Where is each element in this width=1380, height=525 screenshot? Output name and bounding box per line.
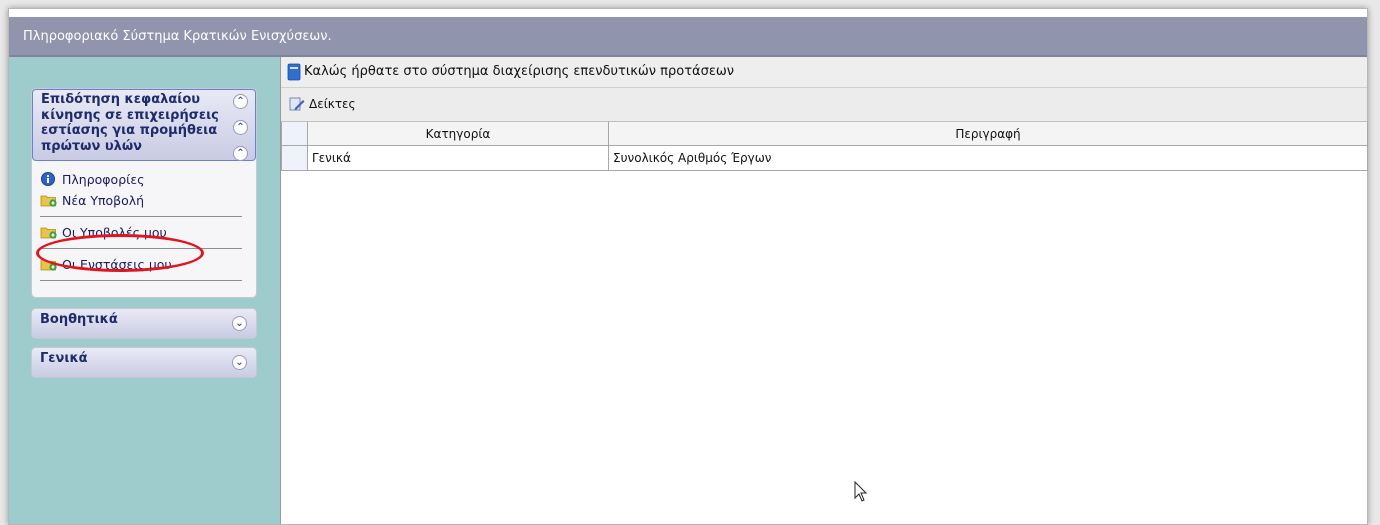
menu-item-label: Πληροφορίες [62, 172, 145, 187]
main-content: Καλώς ήρθατε στο σύστημα διαχείρισης επε… [280, 57, 1368, 524]
collapse-icon[interactable]: ⌃ [233, 146, 248, 161]
welcome-bar: Καλώς ήρθατε στο σύστημα διαχείρισης επε… [281, 57, 1367, 88]
expand-icon[interactable]: ⌄ [232, 316, 247, 331]
row-selector-header [281, 122, 308, 146]
indicators-label[interactable]: Δείκτες [309, 88, 356, 121]
sidebar-panel-general: Γενικά ⌄ [31, 347, 257, 378]
table-row[interactable]: Γενικά Συνολικός Αριθμός Έργων [281, 145, 1368, 171]
cell-description: Συνολικός Αριθμός Έργων [608, 145, 1368, 171]
folder-add-icon [40, 195, 57, 207]
menu-item-new-submission[interactable]: Νέα Υποβολή [40, 190, 242, 217]
menu-item-my-objections[interactable]: Οι Ενστάσεις μου [40, 249, 242, 281]
info-icon [41, 172, 55, 186]
edit-list-icon [289, 97, 305, 111]
panel-title-line-2: κίνησης σε επιχειρήσεις [41, 107, 219, 123]
program-menu: Πληροφορίες Νέα Υποβολή Οι Υποβολές μου … [32, 169, 256, 281]
expand-icon[interactable]: ⌄ [232, 355, 247, 370]
menu-item-label: Οι Ενστάσεις μου [62, 257, 172, 272]
row-selector[interactable] [281, 145, 308, 171]
panel-title-line-3: εστίασης για προμήθεια [41, 123, 218, 138]
sidebar-panel-auxiliary: Βοηθητικά ⌄ [31, 308, 257, 339]
panel-header-general[interactable]: Γενικά ⌄ [32, 348, 256, 377]
panel-header-program[interactable]: Επιδότηση κεφαλαίου κίνησης σε επιχειρήσ… [32, 89, 256, 161]
table-header-row: Κατηγορία Περιγραφή [281, 122, 1368, 146]
panel-title-line-4: πρώτων υλών [41, 138, 143, 154]
column-header-category[interactable]: Κατηγορία [307, 122, 609, 146]
app-title-bar: Πληροφοριακό Σύστημα Κρατικών Ενισχύσεων… [9, 17, 1367, 57]
app-window: Πληροφοριακό Σύστημα Κρατικών Ενισχύσεων… [8, 8, 1368, 525]
column-header-description[interactable]: Περιγραφή [608, 122, 1368, 146]
welcome-text: Καλώς ήρθατε στο σύστημα διαχείρισης επε… [304, 64, 735, 79]
mouse-pointer-icon [854, 481, 868, 502]
app-title: Πληροφοριακό Σύστημα Κρατικών Ενισχύσεων… [23, 29, 332, 44]
menu-item-my-submissions[interactable]: Οι Υποβολές μου [40, 217, 242, 249]
menu-item-label: Νέα Υποβολή [62, 193, 145, 208]
book-icon [287, 63, 301, 81]
panel-title: Γενικά [40, 351, 88, 366]
folder-add-icon [40, 259, 57, 271]
sidebar: Επιδότηση κεφαλαίου κίνησης σε επιχειρήσ… [9, 57, 280, 524]
menu-item-info[interactable]: Πληροφορίες [40, 169, 242, 190]
panel-title: Βοηθητικά [40, 312, 118, 327]
indicators-table: Κατηγορία Περιγραφή Γενικά Συνολικός Αρι… [281, 122, 1368, 171]
menu-item-label: Οι Υποβολές μου [62, 225, 167, 240]
panel-title-line-1: Επιδότηση κεφαλαίου [41, 92, 201, 107]
panel-header-auxiliary[interactable]: Βοηθητικά ⌄ [32, 309, 256, 338]
indicators-toolbar: Δείκτες [281, 88, 1367, 122]
cell-category: Γενικά [307, 145, 609, 171]
folder-add-icon [40, 227, 57, 239]
collapse-icon[interactable]: ⌃ [233, 94, 248, 109]
sidebar-panel-program: Επιδότηση κεφαλαίου κίνησης σε επιχειρήσ… [31, 88, 257, 298]
collapse-icon[interactable]: ⌃ [233, 120, 248, 135]
